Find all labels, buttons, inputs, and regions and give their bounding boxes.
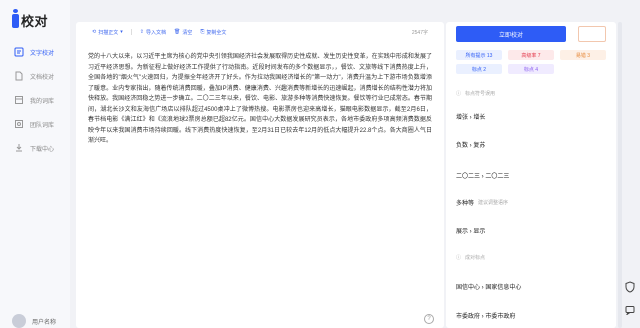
- result-row[interactable]: 负数 › 复苏: [446, 134, 616, 154]
- chip-punct-a[interactable]: 标点 2: [456, 64, 502, 74]
- result-row[interactable]: 市委政府 › 市委市政府: [446, 304, 616, 326]
- trash-icon: 🗑: [173, 29, 181, 35]
- team-icon: [14, 119, 24, 129]
- user-profile[interactable]: 用户名称: [12, 314, 56, 328]
- result-row[interactable]: ⓘ 标点符号误用: [446, 84, 616, 102]
- result-row[interactable]: 二〇二三 › 二〇二三: [446, 164, 616, 186]
- editor-panel: ⟲ 扫描正文 ▾ ⇪ 导入文档 🗑 清空 ⎘ 复制全文 2547字 党的十八大以…: [76, 22, 444, 328]
- app-root: 校对 文字校对 文档校对 我的词库 团队词库 下载中心 用户名称 ⟲ 扫描正文 …: [0, 0, 640, 328]
- sidebar-item-label: 我的词库: [30, 98, 55, 105]
- sidebar-item-download[interactable]: 下载中心: [0, 136, 70, 160]
- import-button[interactable]: ⇪ 导入文档: [140, 29, 166, 36]
- help-icon[interactable]: ?: [424, 314, 434, 324]
- sidebar-item-team-library[interactable]: 团队词库: [0, 112, 70, 136]
- logo: 校对: [0, 0, 70, 30]
- sidebar-item-label: 文字校对: [30, 50, 55, 57]
- proofread-button[interactable]: 立即校对: [456, 26, 566, 42]
- result-main: 二〇二三 › 二〇二三: [456, 173, 510, 180]
- result-meta: 建议调整语序: [478, 199, 509, 206]
- sidebar-item-my-library[interactable]: 我的词库: [0, 88, 70, 112]
- scrollbar[interactable]: [618, 22, 622, 328]
- document-icon: [14, 71, 24, 81]
- chat-icon[interactable]: [624, 303, 636, 317]
- text-proof-icon: [14, 47, 24, 57]
- sidebar-item-label: 团队词库: [30, 122, 55, 129]
- results-actions: 立即校对: [446, 22, 616, 42]
- result-main: 展示 › 显示: [456, 228, 486, 235]
- result-row[interactable]: 增张 › 增长: [446, 106, 616, 126]
- logo-mark-icon: [12, 8, 19, 28]
- copy-button[interactable]: ⎘ 复制全文: [200, 29, 226, 36]
- download-icon: [14, 143, 24, 153]
- editor-toolbar: ⟲ 扫描正文 ▾ ⇪ 导入文档 🗑 清空 ⎘ 复制全文 2547字: [76, 22, 444, 42]
- logo-text: 校对: [21, 14, 49, 29]
- chip-all[interactable]: 所有提示 13: [456, 50, 502, 60]
- chevron-down-icon: ▾: [120, 29, 123, 35]
- sidebar: 校对 文字校对 文档校对 我的词库 团队词库 下载中心 用户名称: [0, 0, 70, 328]
- avatar: [12, 314, 26, 328]
- shield-icon[interactable]: [624, 280, 636, 294]
- result-main: 负数 › 复苏: [456, 142, 486, 149]
- result-main: 标点符号误用: [465, 90, 496, 97]
- result-row[interactable]: 国信中心 › 国家信息中心: [446, 276, 616, 296]
- scan-button[interactable]: ⟲ 扫描正文 ▾: [92, 29, 123, 36]
- chip-error-prone[interactable]: 易错 3: [560, 50, 606, 60]
- secondary-button[interactable]: [578, 26, 606, 42]
- sidebar-nav: 文字校对 文档校对 我的词库 团队词库 下载中心: [0, 40, 70, 160]
- word-count: 2547字: [411, 29, 428, 36]
- editor-content[interactable]: 党的十八大以来，以习近平主席为核心的党中央引领我国经济社会发展取得历史性成就、发…: [76, 42, 444, 147]
- result-row[interactable]: 展示 › 显示: [446, 220, 616, 240]
- scan-label: 扫描正文: [98, 29, 119, 36]
- sidebar-item-label: 下载中心: [30, 146, 55, 153]
- sidebar-item-doc-proof[interactable]: 文档校对: [0, 64, 70, 88]
- copy-label: 复制全文: [206, 29, 227, 36]
- chip-punct-b[interactable]: 标点 4: [508, 64, 554, 74]
- import-icon: ⇪: [139, 29, 144, 35]
- result-main: 市委政府 › 市委市政府: [456, 313, 516, 320]
- import-label: 导入文档: [145, 29, 166, 36]
- clear-label: 清空: [182, 29, 193, 36]
- library-icon: [14, 95, 24, 105]
- clear-button[interactable]: 🗑 清空: [174, 29, 192, 36]
- chip-high[interactable]: 高级率 7: [508, 50, 554, 60]
- filter-chips: 所有提示 13 高级率 7 易错 3 标点 2 标点 4: [446, 42, 616, 74]
- info-icon: ⓘ: [456, 254, 462, 261]
- toolbar-divider: [130, 29, 132, 35]
- info-icon: ⓘ: [456, 90, 462, 97]
- result-main: 成对标点: [465, 254, 486, 261]
- result-main: 多种等: [456, 200, 475, 207]
- user-name: 用户名称: [32, 319, 57, 326]
- sidebar-item-text-proof[interactable]: 文字校对: [0, 40, 70, 64]
- result-main: 增张 › 增长: [456, 114, 486, 121]
- scan-icon: ⟲: [92, 29, 97, 35]
- sidebar-item-label: 文档校对: [30, 74, 55, 81]
- result-row[interactable]: 多种等 建议调整语序: [446, 192, 616, 212]
- editor-paragraph: 党的十八大以来，以习近平主席为核心的党中央引领我国经济社会发展取得历史性成就、发…: [88, 54, 432, 144]
- result-main: 国信中心 › 国家信息中心: [456, 284, 522, 291]
- result-row[interactable]: ⓘ 成对标点: [446, 248, 616, 266]
- copy-icon: ⎘: [200, 29, 205, 35]
